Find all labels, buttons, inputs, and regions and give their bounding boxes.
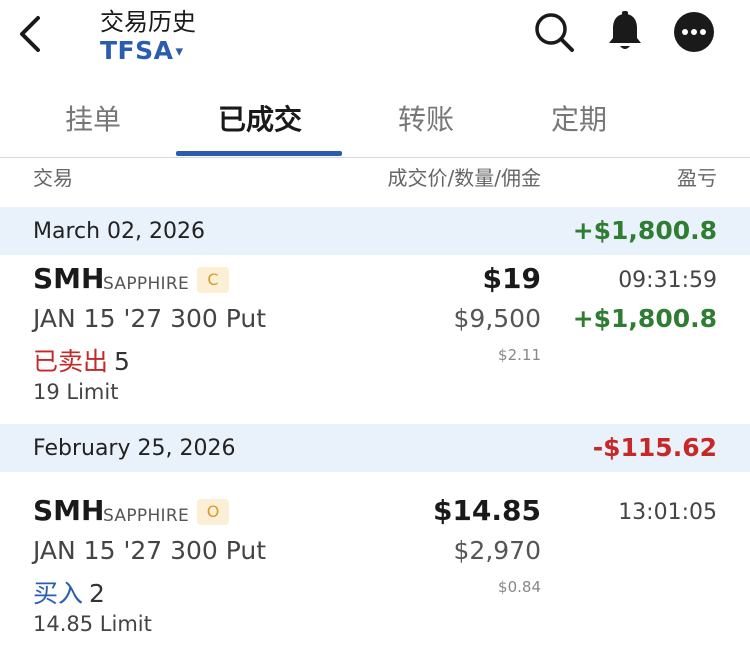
trade-amount: $9,500	[453, 304, 541, 333]
tab-recurring[interactable]: 定期	[548, 98, 610, 138]
trade-order-type: 14.85 Limit	[33, 612, 152, 636]
search-button[interactable]	[532, 10, 576, 54]
back-arrow-icon	[20, 16, 40, 52]
trade-side-label: 已卖出	[33, 347, 109, 376]
chevron-down-icon: ▾	[175, 42, 184, 60]
tab-pending[interactable]: 挂单	[62, 98, 124, 138]
notifications-button[interactable]	[603, 10, 647, 54]
column-header-price: 成交价/数量/佣金	[387, 166, 541, 190]
trade-symbol: SMH	[33, 262, 105, 295]
trade-side: 已卖出 5	[33, 342, 130, 378]
bell-icon	[609, 11, 641, 49]
trade-time: 09:31:59	[618, 268, 717, 293]
trade-time: 13:01:05	[618, 500, 717, 525]
tab-filled[interactable]: 已成交	[214, 98, 306, 138]
active-tab-indicator	[176, 151, 342, 156]
trade-venue: SAPPHIRE	[103, 274, 189, 294]
trade-venue: SAPPHIRE	[103, 506, 189, 526]
tab-transfers[interactable]: 转账	[395, 98, 457, 138]
search-icon	[535, 13, 574, 52]
account-name: TFSA	[100, 36, 174, 65]
trade-commission: $2.11	[498, 346, 541, 364]
more-button[interactable]	[672, 10, 716, 54]
trade-quantity: 2	[89, 579, 105, 608]
group-date: February 25, 2026	[33, 436, 236, 461]
trade-row[interactable]: SMH SAPPHIRE C JAN 15 '27 300 Put 已卖出 5 1…	[0, 262, 750, 412]
trade-side: 买入 2	[33, 574, 105, 610]
trade-symbol: SMH	[33, 494, 105, 527]
group-total-pl: -$115.62	[592, 433, 717, 462]
trade-badge: C	[197, 267, 229, 293]
tab-bar: 挂单 已成交 转账 定期	[0, 78, 750, 158]
trade-side-label: 买入	[33, 579, 84, 608]
trade-price: $19	[482, 262, 541, 295]
date-group-header: March 02, 2026 +$1,800.8	[0, 207, 750, 255]
trade-row[interactable]: SMH SAPPHIRE O JAN 15 '27 300 Put 买入 2 14…	[0, 494, 750, 644]
account-selector[interactable]: TFSA ▾	[100, 36, 184, 65]
trade-contract: JAN 15 '27 300 Put	[33, 304, 267, 333]
trade-quantity: 5	[114, 347, 130, 376]
column-header-trade: 交易	[33, 166, 73, 190]
trade-commission: $0.84	[498, 578, 541, 596]
column-header-pl: 盈亏	[677, 166, 717, 190]
group-date: March 02, 2026	[33, 219, 206, 244]
trade-badge: O	[197, 499, 229, 525]
page-title: 交易历史	[100, 8, 196, 36]
column-headers: 交易 成交价/数量/佣金 盈亏	[0, 158, 750, 206]
group-total-pl: +$1,800.8	[572, 216, 717, 245]
back-button[interactable]	[14, 12, 48, 56]
trade-price: $14.85	[432, 494, 541, 527]
header: 交易历史 TFSA ▾	[0, 0, 750, 78]
trade-pl: +$1,800.8	[572, 304, 717, 333]
trade-contract: JAN 15 '27 300 Put	[33, 536, 267, 565]
date-group-header: February 25, 2026 -$115.62	[0, 424, 750, 472]
trade-order-type: 19 Limit	[33, 380, 119, 404]
trade-amount: $2,970	[453, 536, 541, 565]
more-icon	[674, 12, 714, 52]
